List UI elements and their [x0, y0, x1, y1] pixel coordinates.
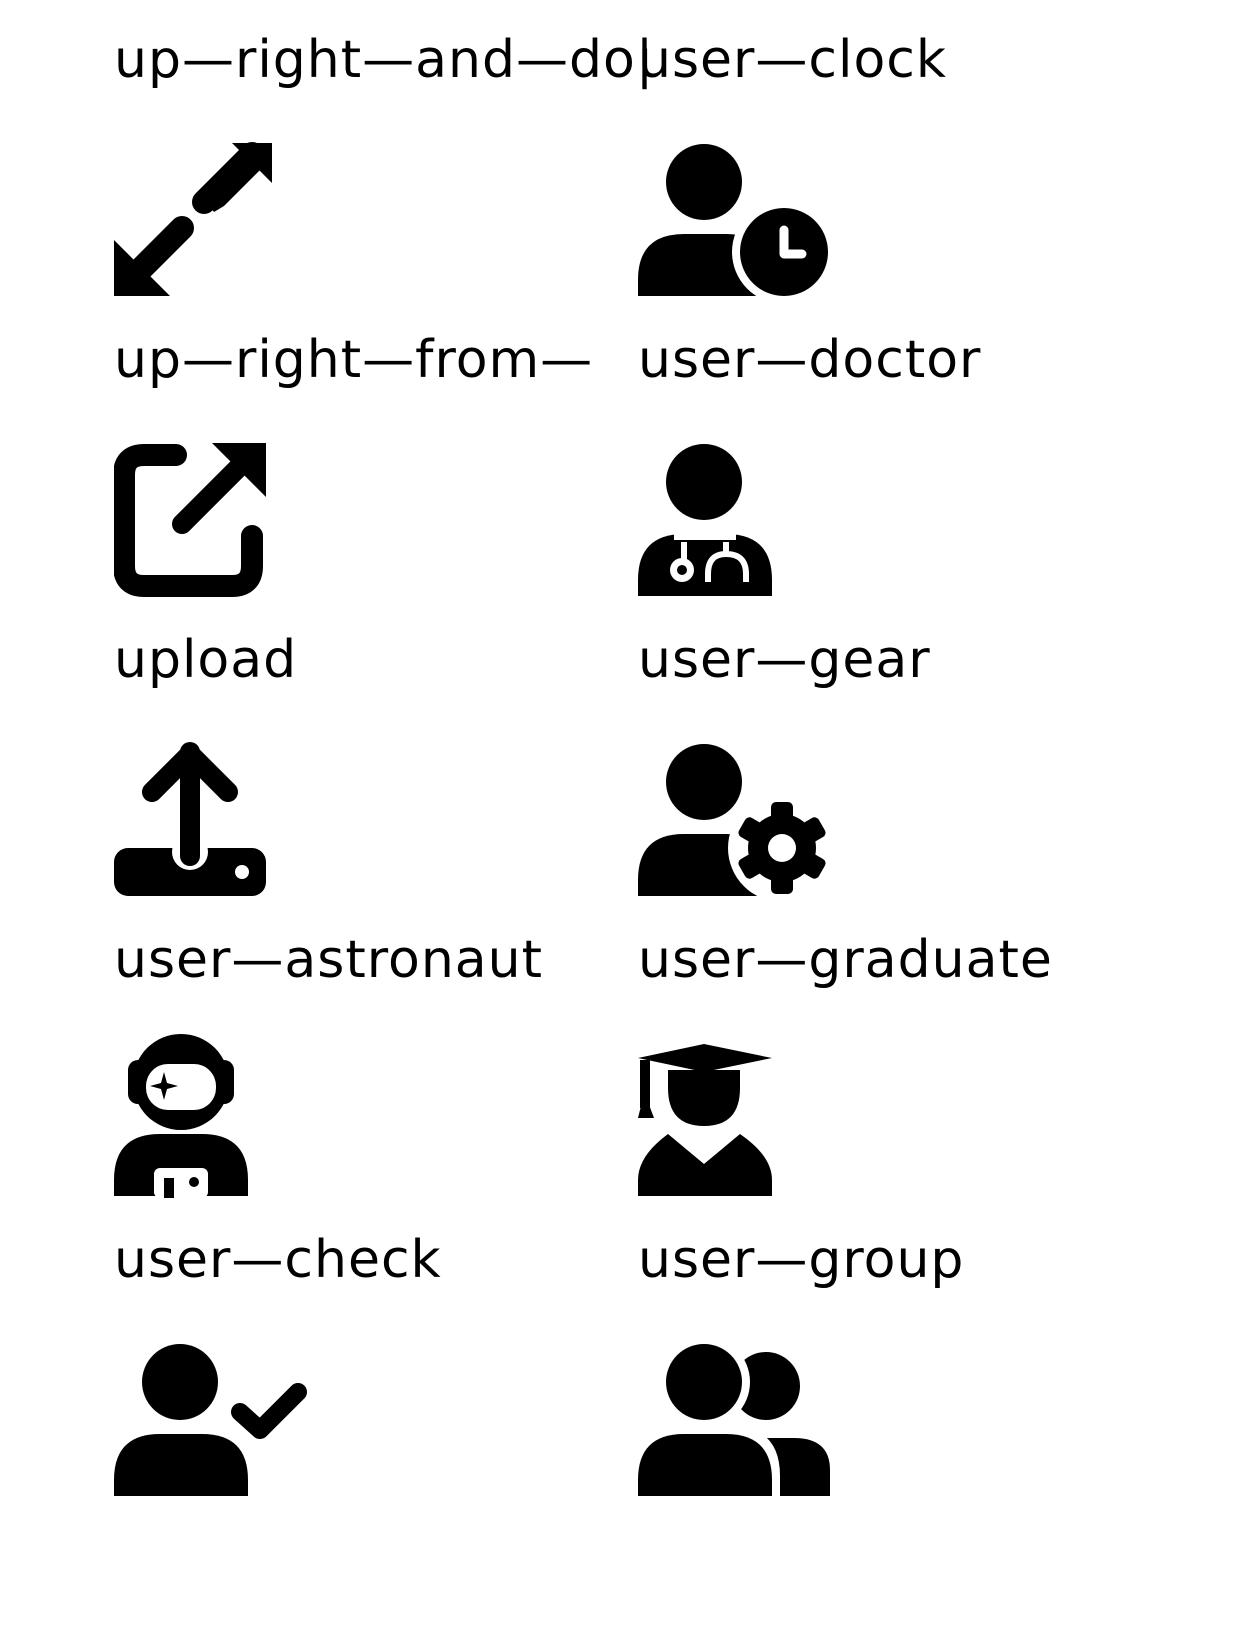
icon-label: user—doctor [638, 330, 982, 390]
icon-label: upload [114, 630, 298, 690]
icon-label: user—graduate [638, 930, 1053, 990]
user-graduate-icon [638, 1030, 858, 1200]
icon-cell-user-gear: user—gear [638, 600, 1158, 900]
up-right-from-square-icon [114, 430, 334, 600]
user-doctor-icon [638, 430, 858, 600]
icon-label: up—right—from—s| [114, 330, 594, 390]
icon-cell-user-group: user—group [638, 1200, 1158, 1500]
user-check-icon [114, 1330, 334, 1500]
icon-cell-user-astronaut: user—astronaut [114, 900, 634, 1200]
icon-cell-user-doctor: user—doctor [638, 300, 1158, 600]
icon-label: user—group [638, 1230, 965, 1290]
icon-cell-user-check: user—check [114, 1200, 634, 1500]
user-group-icon [638, 1330, 858, 1500]
icon-label: up—right—and—do| [114, 30, 655, 90]
icon-label: user—gear [638, 630, 931, 690]
icon-cell-user-graduate: user—graduate [638, 900, 1158, 1200]
icon-cell-up-right-from-square: up—right—from—s| [114, 300, 634, 600]
user-gear-icon [638, 730, 858, 900]
icon-cell-user-clock: user—clock [638, 0, 1158, 300]
user-astronaut-icon [114, 1030, 334, 1200]
icon-label: user—astronaut [114, 930, 543, 990]
icon-label: user—clock [638, 30, 947, 90]
icon-label: user—check [114, 1230, 442, 1290]
user-clock-icon [638, 130, 858, 300]
upload-icon [114, 730, 334, 900]
icon-cell-upload: upload [114, 600, 634, 900]
up-right-and-down-left-icon [114, 130, 334, 300]
icon-cell-up-right-and-down-left: up—right—and—do| [114, 0, 653, 300]
